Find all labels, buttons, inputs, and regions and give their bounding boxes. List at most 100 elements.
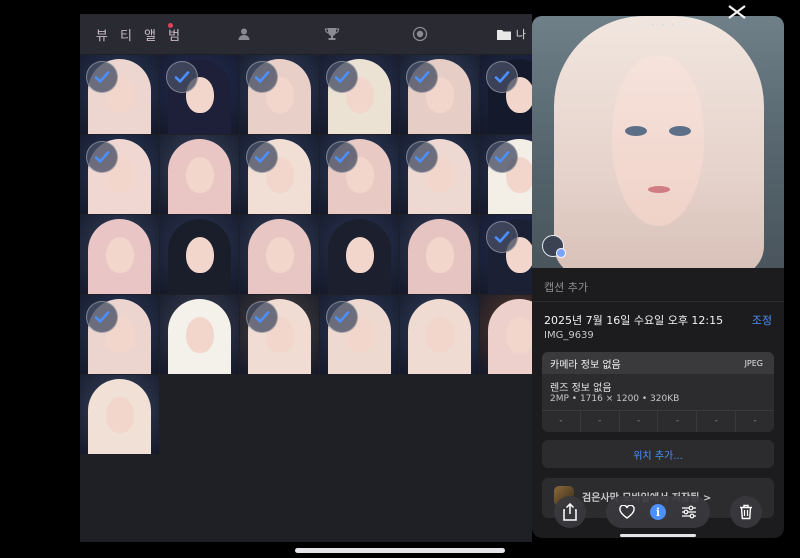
photo-info-panel: • • • 캡션 추가 2025년 7월 16일 수요일 오후 12:15 조정… bbox=[532, 16, 784, 538]
person-avatar[interactable] bbox=[542, 235, 566, 258]
checkmark-icon[interactable] bbox=[326, 61, 358, 93]
badge-icon bbox=[412, 26, 428, 42]
share-icon bbox=[563, 503, 577, 521]
sliders-icon bbox=[681, 505, 696, 519]
thumbnail-cell[interactable] bbox=[400, 295, 479, 374]
tab-profile[interactable] bbox=[200, 14, 288, 54]
checkmark-icon[interactable] bbox=[86, 141, 118, 173]
photo-eye-left bbox=[625, 126, 647, 136]
trophy-icon bbox=[324, 28, 340, 40]
beauty-album-window: 뷰 티 앨 범 나 bbox=[80, 14, 559, 542]
thumbnail-cell[interactable] bbox=[80, 215, 159, 294]
heart-icon bbox=[619, 505, 636, 519]
character-face bbox=[506, 317, 534, 353]
thumbnail-cell[interactable] bbox=[240, 215, 319, 294]
checkmark-icon[interactable] bbox=[486, 141, 518, 173]
exif-iso: - bbox=[542, 411, 581, 432]
thumbnail-cell[interactable] bbox=[80, 135, 159, 214]
photo-filename: IMG_9639 bbox=[544, 330, 594, 341]
thumbnail-cell[interactable] bbox=[400, 135, 479, 214]
thumbnail-cell[interactable] bbox=[160, 295, 239, 374]
character-face bbox=[106, 397, 134, 433]
exif-shutter: - bbox=[697, 411, 737, 432]
checkmark-icon[interactable] bbox=[326, 141, 358, 173]
camera-info: 카메라 정보 없음 bbox=[550, 359, 621, 371]
checkmark-icon[interactable] bbox=[166, 61, 198, 93]
checkmark-icon[interactable] bbox=[406, 141, 438, 173]
tab-achievement[interactable] bbox=[376, 14, 464, 54]
checkmark-icon[interactable] bbox=[486, 221, 518, 253]
character-face bbox=[266, 237, 294, 273]
checkmark-icon[interactable] bbox=[246, 61, 278, 93]
exif-card: 카메라 정보 없음 JPEG 렌즈 정보 없음 2MP • 1716 × 120… bbox=[542, 352, 774, 432]
thumbnail-cell[interactable] bbox=[320, 55, 399, 134]
info-icon: i bbox=[649, 504, 666, 520]
delete-button[interactable] bbox=[730, 496, 762, 528]
panel-home-indicator bbox=[620, 534, 696, 537]
share-button[interactable] bbox=[554, 496, 586, 528]
folder-icon bbox=[496, 29, 511, 40]
checkmark-icon[interactable] bbox=[486, 61, 518, 93]
info-button[interactable]: i bbox=[648, 502, 668, 522]
thumbnail-cell[interactable] bbox=[160, 215, 239, 294]
checkmark-icon[interactable] bbox=[326, 301, 358, 333]
notification-dot bbox=[168, 23, 173, 28]
toolbar-pill: i bbox=[606, 496, 710, 528]
photo-eye-right bbox=[669, 126, 691, 136]
thumbnail-cell[interactable] bbox=[240, 295, 319, 374]
exif-focal: - bbox=[581, 411, 620, 432]
thumbnail-cell[interactable] bbox=[320, 295, 399, 374]
checkmark-icon[interactable] bbox=[406, 61, 438, 93]
thumbnail-cell[interactable] bbox=[320, 135, 399, 214]
photo-lips bbox=[648, 186, 670, 193]
character-face bbox=[346, 237, 374, 273]
tab-my-album[interactable]: 나 bbox=[464, 14, 532, 54]
tab-ranking[interactable] bbox=[288, 14, 376, 54]
thumbnail-cell[interactable] bbox=[160, 55, 239, 134]
thumbnail-cell[interactable] bbox=[320, 215, 399, 294]
close-icon[interactable] bbox=[726, 5, 748, 19]
screen: 뷰 티 앨 범 나 • • • 캡션 추가 2025년 7월 16일 수요일 오… bbox=[0, 0, 800, 558]
tab-beauty-album[interactable]: 뷰 티 앨 범 bbox=[80, 14, 200, 54]
photo-face bbox=[612, 56, 704, 226]
checkmark-icon[interactable] bbox=[246, 141, 278, 173]
album-tab-bar: 뷰 티 앨 범 나 bbox=[80, 14, 532, 54]
favorite-button[interactable] bbox=[617, 502, 637, 522]
thumbnail-grid bbox=[80, 55, 559, 454]
thumbnail-cell[interactable] bbox=[80, 55, 159, 134]
thumbnail-cell[interactable] bbox=[80, 295, 159, 374]
more-dots-icon[interactable]: • • • bbox=[650, 21, 677, 31]
checkmark-icon[interactable] bbox=[86, 61, 118, 93]
image-specs: 2MP • 1716 × 1200 • 320KB bbox=[550, 394, 680, 404]
character-face bbox=[426, 237, 454, 273]
thumbnail-cell[interactable] bbox=[400, 55, 479, 134]
add-location-button[interactable]: 위치 추가... bbox=[542, 440, 774, 468]
photo-toolbar: i bbox=[532, 494, 784, 534]
photo-preview[interactable]: • • • bbox=[532, 16, 784, 268]
caption-field[interactable]: 캡션 추가 bbox=[544, 279, 588, 295]
divider bbox=[532, 301, 784, 302]
checkmark-icon[interactable] bbox=[86, 301, 118, 333]
character-face bbox=[106, 237, 134, 273]
tab-my-album-label: 나 bbox=[515, 28, 526, 41]
exif-aperture: - bbox=[658, 411, 698, 432]
edit-button[interactable] bbox=[679, 502, 699, 522]
adjust-button[interactable]: 조정 bbox=[752, 312, 772, 328]
format-badge: JPEG bbox=[744, 358, 763, 368]
checkmark-icon[interactable] bbox=[246, 301, 278, 333]
thumbnail-cell[interactable] bbox=[80, 375, 159, 454]
photo-datetime: 2025년 7월 16일 수요일 오후 12:15 bbox=[544, 314, 724, 327]
character-face bbox=[186, 237, 214, 273]
exif-ev: - bbox=[620, 411, 659, 432]
exif-values-row: - - - - - - bbox=[542, 410, 774, 432]
home-indicator[interactable] bbox=[295, 548, 505, 553]
exif-extra: - bbox=[753, 416, 757, 426]
thumbnail-cell[interactable] bbox=[400, 215, 479, 294]
person-icon bbox=[238, 28, 250, 40]
thumbnail-cell[interactable] bbox=[160, 135, 239, 214]
thumbnail-cell[interactable] bbox=[240, 55, 319, 134]
exif-header: 카메라 정보 없음 JPEG bbox=[542, 352, 774, 374]
thumbnail-cell[interactable] bbox=[240, 135, 319, 214]
trash-icon bbox=[740, 504, 752, 520]
character-face bbox=[426, 317, 454, 353]
